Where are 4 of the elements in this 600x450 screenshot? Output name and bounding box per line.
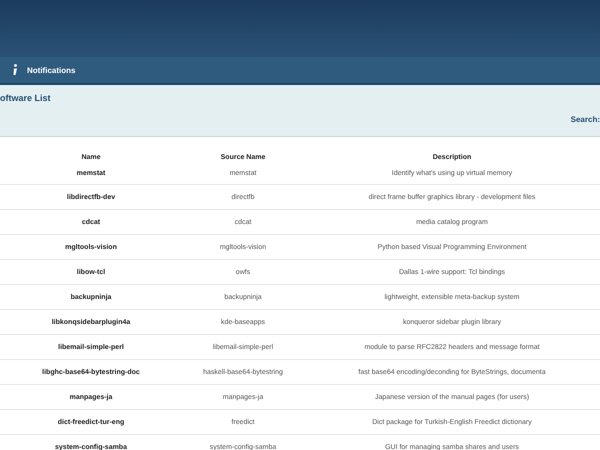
search-label: Search: [570,115,600,124]
info-icon [12,64,18,76]
panel-title: oftware List [0,93,51,103]
notifications-link[interactable]: Notifications [27,66,76,74]
